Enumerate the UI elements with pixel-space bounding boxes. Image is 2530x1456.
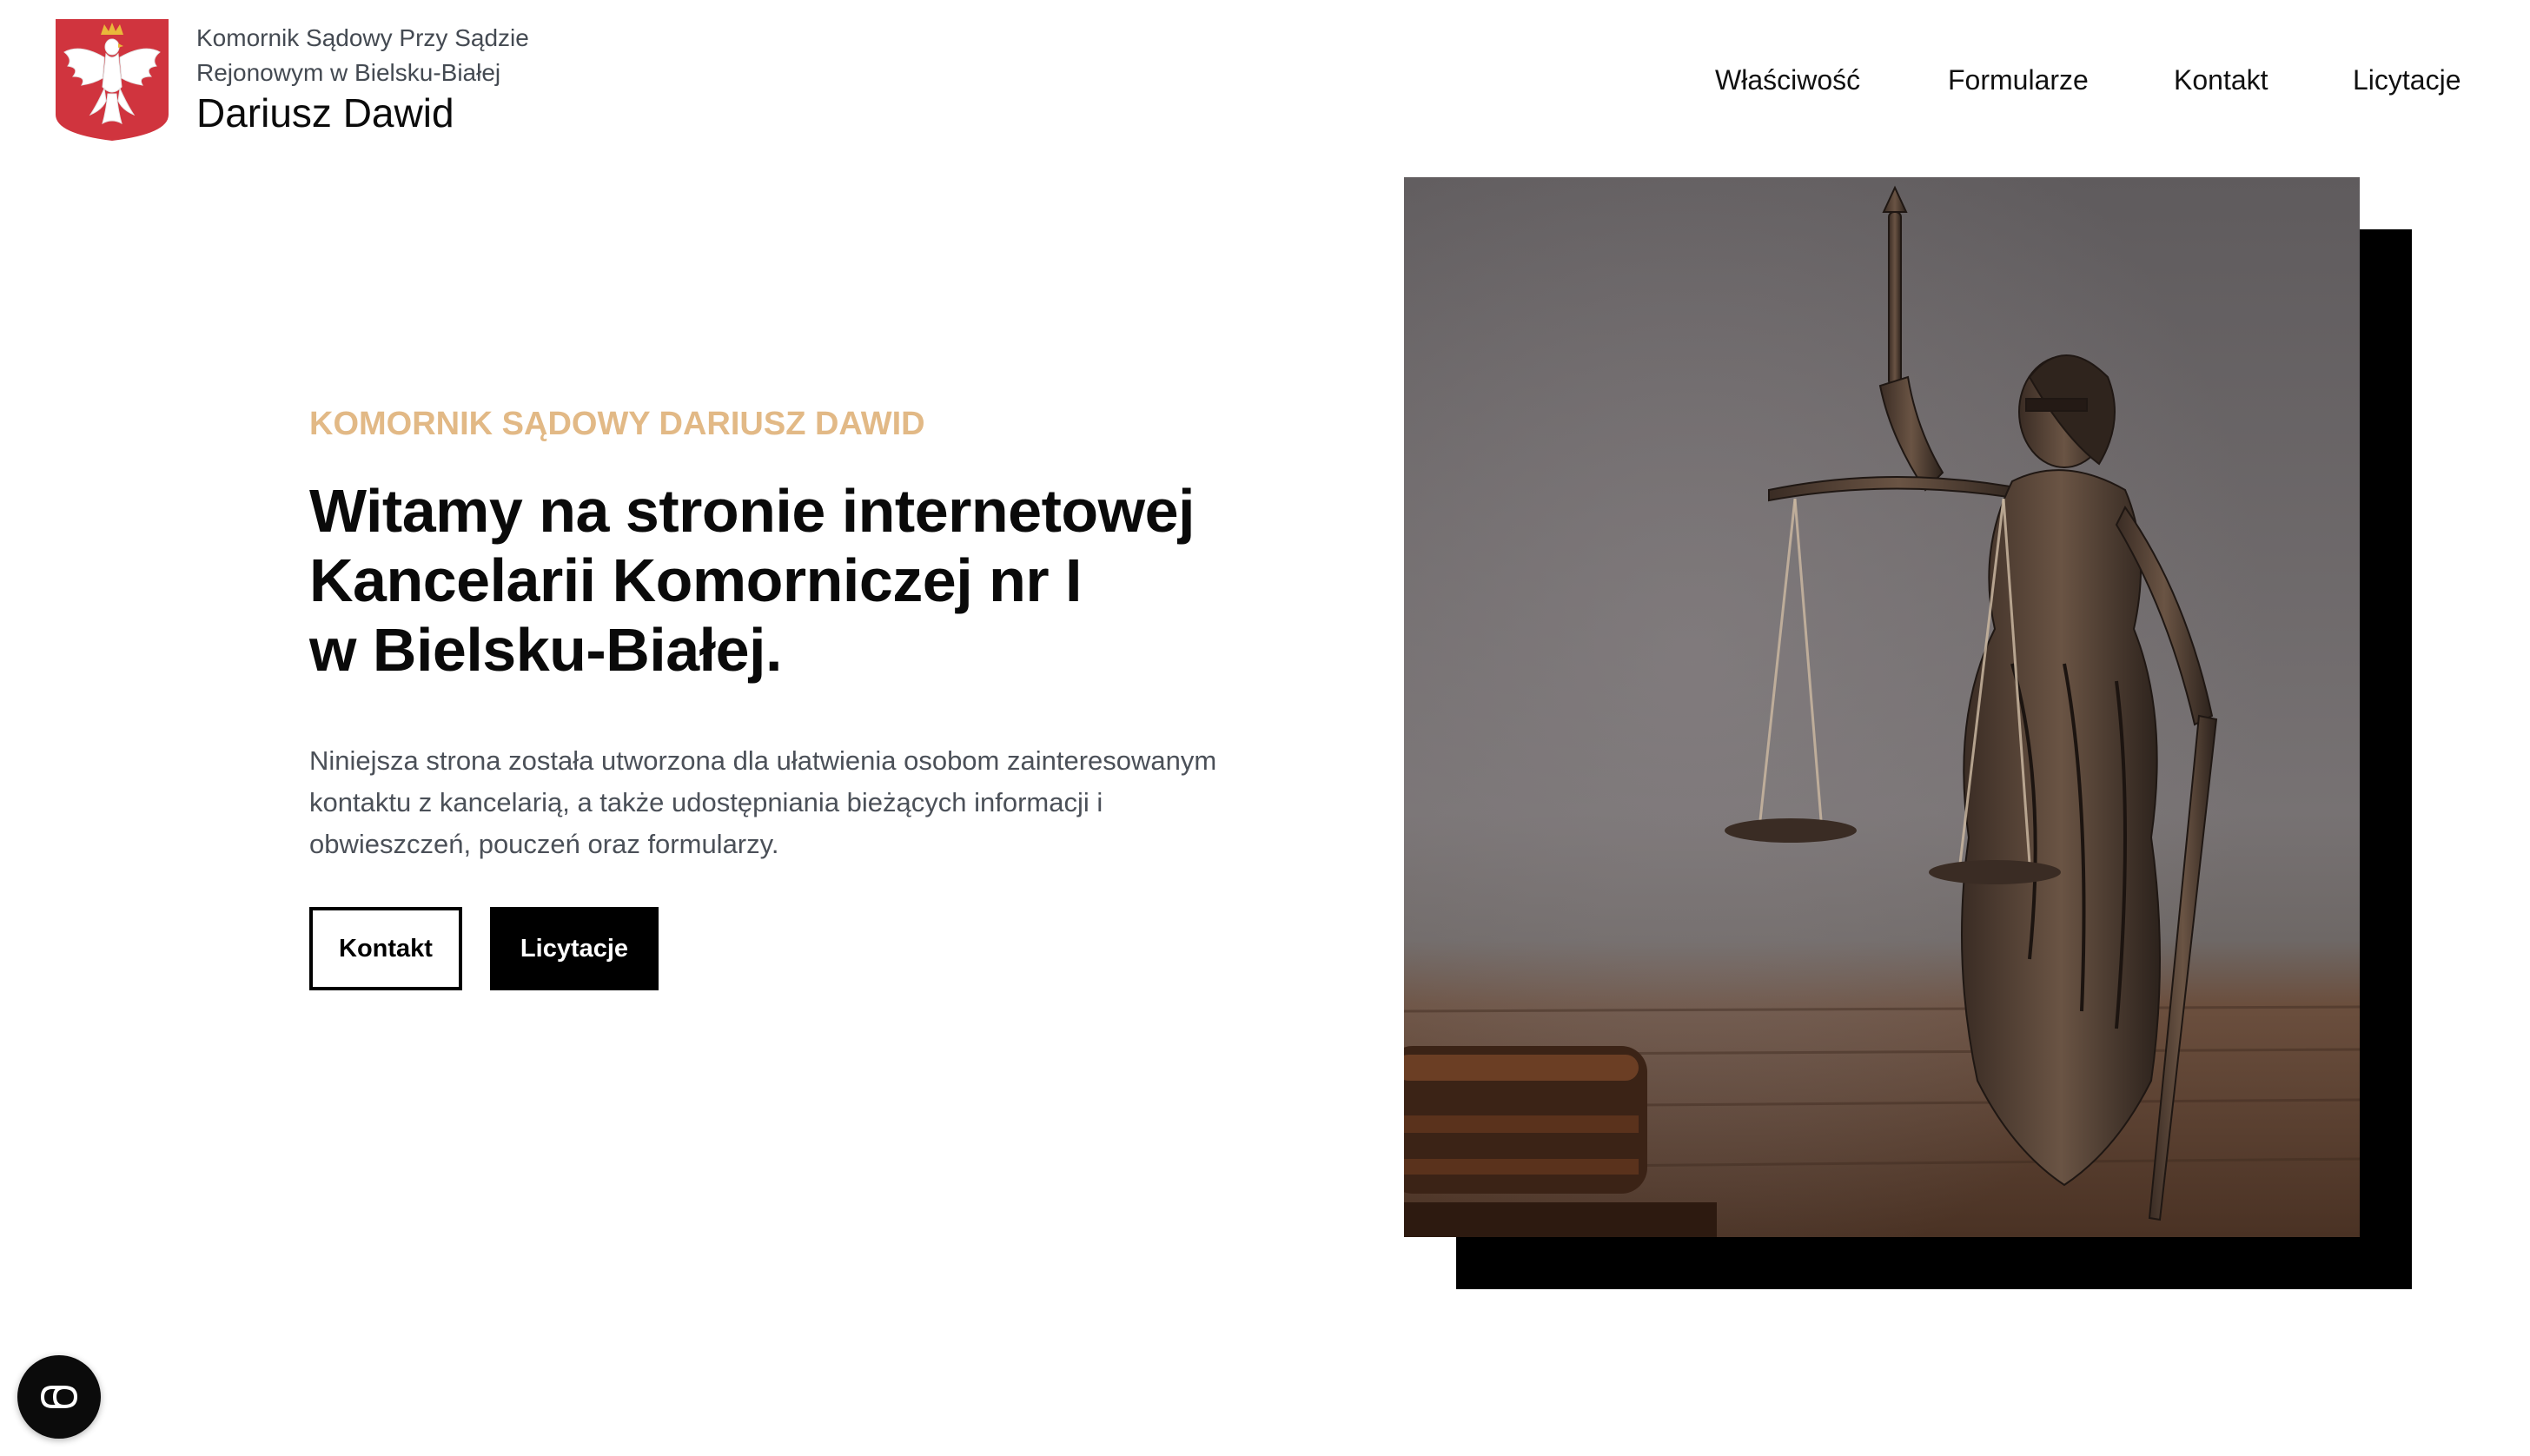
hero-description-line-2: kontaktu z kancelarią, a także udostępni… bbox=[309, 787, 1103, 817]
nav-item-wlasciwosc[interactable]: Właściwość bbox=[1715, 63, 1860, 97]
hero-headline-line-1: Witamy na stronie internetowej bbox=[309, 477, 1195, 545]
polish-eagle-emblem-icon[interactable] bbox=[54, 17, 170, 142]
nav-item-kontakt[interactable]: Kontakt bbox=[2174, 63, 2268, 97]
nav-item-formularze[interactable]: Formularze bbox=[1948, 63, 2089, 97]
office-line-1: Komornik Sądowy Przy Sądzie bbox=[196, 24, 529, 51]
contact-button[interactable]: Kontakt bbox=[309, 907, 462, 990]
hero-description-line-3: obwieszczeń, pouczeń oraz formularzy. bbox=[309, 829, 779, 859]
lady-justice-image bbox=[1404, 177, 2360, 1237]
nav-item-licytacje[interactable]: Licytacje bbox=[2353, 63, 2461, 97]
office-name[interactable]: Dariusz Dawid bbox=[196, 89, 454, 137]
office-line-2: Rejonowym w Bielsku-Białej bbox=[196, 59, 501, 86]
hero-eyebrow: KOMORNIK SĄDOWY DARIUSZ DAWID bbox=[309, 406, 925, 442]
hero-headline-line-3: w Bielsku-Białej. bbox=[309, 616, 782, 684]
auctions-button[interactable]: Licytacje bbox=[490, 907, 659, 990]
hero-description-line-1: Niniejsza strona została utworzona dla u… bbox=[309, 745, 1217, 776]
page: Komornik Sądowy Przy Sądzie Rejonowym w … bbox=[0, 0, 2530, 1456]
accessibility-toggle-icon[interactable] bbox=[17, 1355, 101, 1439]
hero-headline-line-2: Kancelarii Komorniczej nr I bbox=[309, 546, 1082, 614]
